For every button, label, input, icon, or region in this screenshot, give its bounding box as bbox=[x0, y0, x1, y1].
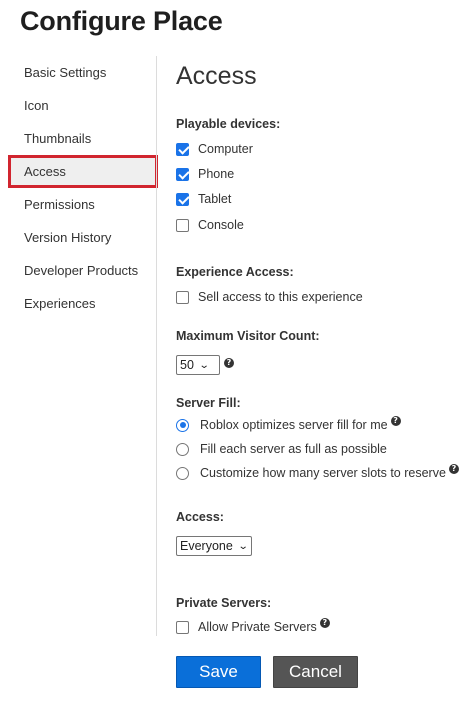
device-label-computer: Computer bbox=[198, 142, 253, 156]
question-circle-icon[interactable]: ? bbox=[319, 618, 330, 628]
checkbox-checked-icon[interactable] bbox=[176, 142, 189, 156]
sidebar-item-thumbnails[interactable]: Thumbnails bbox=[8, 122, 158, 155]
checkbox-checked-icon[interactable] bbox=[176, 167, 189, 181]
sidebar-divider bbox=[156, 56, 157, 636]
access-select[interactable]: Everyone ⌄ bbox=[176, 536, 252, 556]
max-visitor-label: Maximum Visitor Count: bbox=[176, 329, 320, 343]
device-label-tablet: Tablet bbox=[198, 192, 232, 206]
checkbox-checked-icon[interactable] bbox=[176, 192, 189, 206]
sidebar-item-version-history[interactable]: Version History bbox=[8, 221, 158, 254]
device-label-phone: Phone bbox=[198, 167, 235, 181]
sidebar-item-basic-settings[interactable]: Basic Settings bbox=[8, 56, 158, 89]
question-circle-icon[interactable]: ? bbox=[224, 358, 234, 368]
server-fill-option-full[interactable]: Fill each server as full as possible bbox=[176, 440, 387, 458]
server-fill-label-customize: Customize how many server slots to reser… bbox=[200, 466, 446, 480]
server-fill-option-optimize[interactable]: Roblox optimizes server fill for me ? bbox=[176, 416, 401, 434]
sidebar-nav: Basic Settings Icon Thumbnails Access Pe… bbox=[8, 56, 158, 320]
device-option-phone[interactable]: Phone bbox=[176, 165, 234, 183]
checkbox-unchecked-icon[interactable] bbox=[176, 620, 189, 634]
chevron-down-icon: ⌄ bbox=[198, 359, 210, 371]
server-fill-label-full: Fill each server as full as possible bbox=[200, 442, 387, 456]
sell-access-label: Sell access to this experience bbox=[198, 290, 363, 304]
checkbox-unchecked-icon[interactable] bbox=[176, 290, 189, 304]
save-button[interactable]: Save bbox=[176, 656, 261, 688]
allow-private-servers-option[interactable]: Allow Private Servers ? bbox=[176, 618, 330, 636]
playable-devices-label: Playable devices: bbox=[176, 117, 281, 131]
server-fill-label: Server Fill: bbox=[176, 396, 241, 410]
access-value: Everyone bbox=[180, 539, 233, 553]
device-option-tablet[interactable]: Tablet bbox=[176, 190, 231, 208]
max-visitor-select[interactable]: 50 ⌄ bbox=[176, 355, 220, 375]
section-heading: Access bbox=[176, 62, 257, 90]
sell-access-option[interactable]: Sell access to this experience bbox=[176, 288, 363, 306]
sidebar-item-developer-products[interactable]: Developer Products bbox=[8, 254, 158, 287]
cancel-button[interactable]: Cancel bbox=[273, 656, 358, 688]
server-fill-option-customize[interactable]: Customize how many server slots to reser… bbox=[176, 464, 459, 482]
access-label: Access: bbox=[176, 510, 224, 524]
device-option-console[interactable]: Console bbox=[176, 216, 244, 234]
server-fill-label-optimize: Roblox optimizes server fill for me bbox=[200, 418, 388, 432]
allow-private-servers-label: Allow Private Servers bbox=[198, 620, 317, 634]
question-circle-icon[interactable]: ? bbox=[448, 464, 459, 474]
page-title: Configure Place bbox=[20, 6, 223, 36]
device-label-console: Console bbox=[198, 218, 244, 232]
device-option-computer[interactable]: Computer bbox=[176, 140, 253, 158]
sidebar-item-icon[interactable]: Icon bbox=[8, 89, 158, 122]
experience-access-label: Experience Access: bbox=[176, 265, 294, 279]
question-circle-icon[interactable]: ? bbox=[390, 416, 401, 426]
checkbox-unchecked-icon[interactable] bbox=[176, 218, 189, 232]
max-visitor-value: 50 bbox=[180, 358, 194, 372]
sidebar-item-permissions[interactable]: Permissions bbox=[8, 188, 158, 221]
radio-unselected-icon[interactable] bbox=[176, 466, 189, 480]
radio-unselected-icon[interactable] bbox=[176, 442, 189, 456]
private-servers-label: Private Servers: bbox=[176, 596, 272, 610]
sidebar-item-experiences[interactable]: Experiences bbox=[8, 287, 158, 320]
radio-selected-icon[interactable] bbox=[176, 418, 189, 432]
chevron-down-icon: ⌄ bbox=[237, 540, 249, 552]
sidebar-item-access[interactable]: Access bbox=[8, 155, 158, 188]
